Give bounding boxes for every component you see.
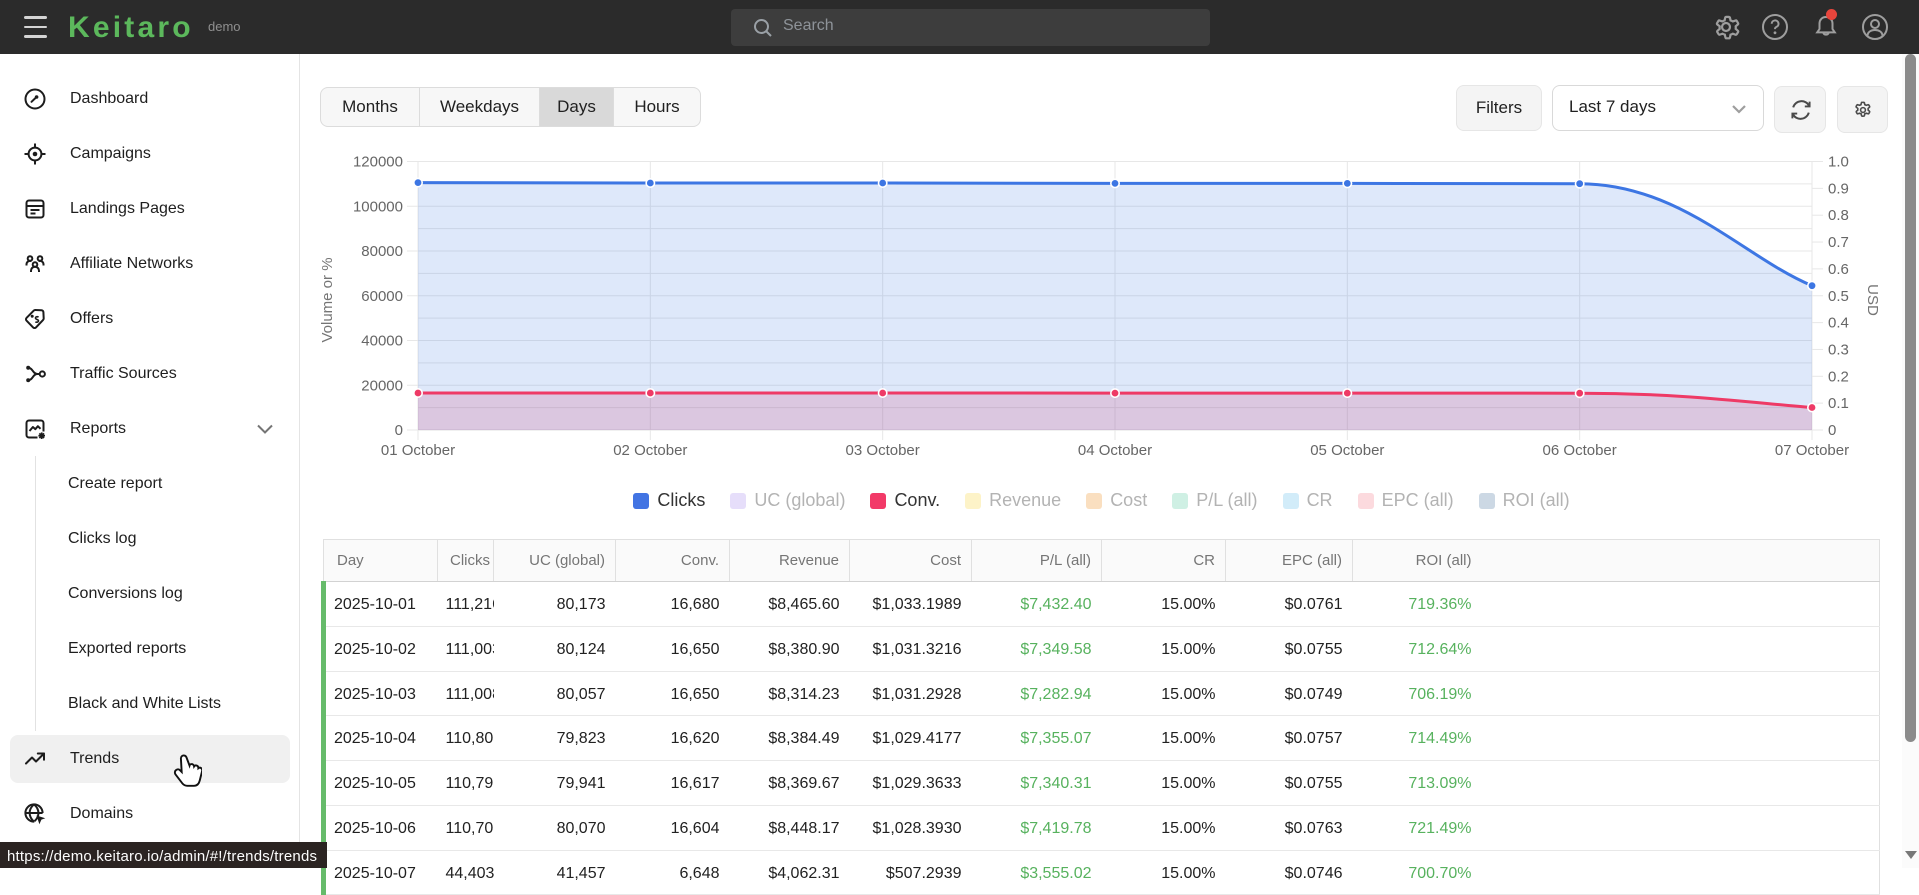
svg-text:100000: 100000	[353, 198, 403, 215]
svg-text:03 October: 03 October	[846, 442, 920, 459]
svg-text:06 October: 06 October	[1543, 442, 1617, 459]
svg-text:0.2: 0.2	[1828, 368, 1849, 385]
svg-text:0.3: 0.3	[1828, 341, 1849, 358]
svg-text:120000: 120000	[353, 154, 403, 171]
svg-text:0: 0	[395, 422, 403, 439]
svg-text:1.0: 1.0	[1828, 154, 1849, 171]
svg-text:0.1: 0.1	[1828, 395, 1849, 412]
svg-text:0.7: 0.7	[1828, 234, 1849, 251]
svg-text:04 October: 04 October	[1078, 442, 1152, 459]
svg-text:0: 0	[1828, 422, 1836, 439]
svg-text:05 October: 05 October	[1310, 442, 1384, 459]
svg-text:07 October: 07 October	[1775, 442, 1849, 459]
svg-text:0.9: 0.9	[1828, 180, 1849, 197]
svg-text:0.5: 0.5	[1828, 288, 1849, 305]
svg-text:Volume or %: Volume or %	[319, 257, 336, 342]
svg-text:0.6: 0.6	[1828, 261, 1849, 278]
svg-text:0.8: 0.8	[1828, 207, 1849, 224]
svg-text:02 October: 02 October	[613, 442, 687, 459]
svg-text:20000: 20000	[361, 377, 403, 394]
svg-text:80000: 80000	[361, 243, 403, 260]
svg-text:0.4: 0.4	[1828, 315, 1849, 332]
svg-text:01 October: 01 October	[381, 442, 455, 459]
svg-text:60000: 60000	[361, 288, 403, 305]
svg-text:40000: 40000	[361, 333, 403, 350]
svg-text:USD: USD	[1864, 284, 1881, 316]
